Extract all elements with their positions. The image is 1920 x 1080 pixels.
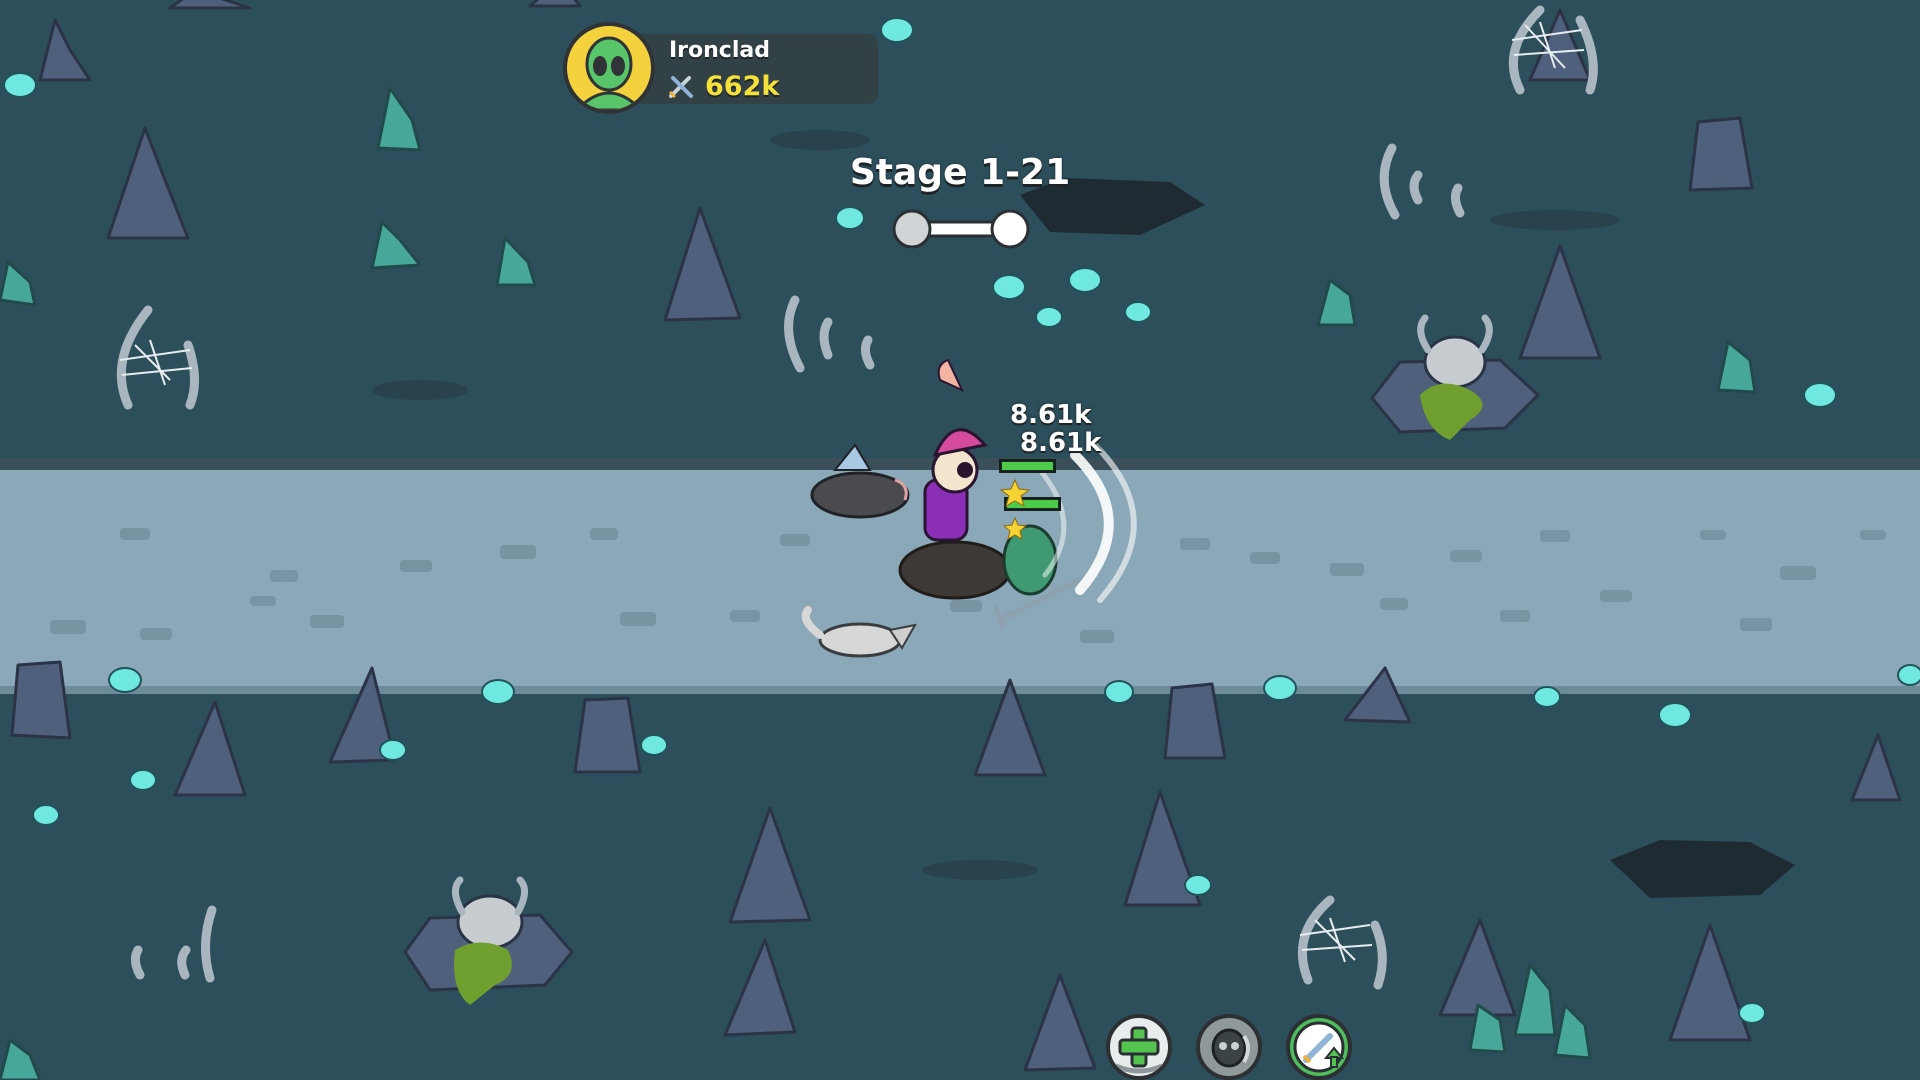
crossed-swords-icon	[667, 72, 695, 100]
summon-skill-button[interactable]	[1196, 1014, 1262, 1080]
player-name: Ironclad	[669, 38, 770, 63]
combat-power-value: 662k	[705, 70, 780, 102]
ghost-skull-icon	[1211, 1028, 1250, 1068]
combat-power: 662k	[667, 68, 779, 104]
damage-number: 8.61k	[1010, 400, 1092, 430]
attack-boost-skill-button[interactable]	[1286, 1014, 1352, 1080]
stage-label: Stage 1-21	[849, 152, 1071, 193]
player-hud: Ironclad 662k	[563, 22, 883, 120]
green-cross-icon	[1115, 1026, 1163, 1074]
damage-number: 8.61k	[1020, 428, 1102, 458]
alien-avatar-icon[interactable]	[563, 22, 655, 114]
sword-up-arrow-icon	[1293, 1021, 1345, 1073]
stage-node-2	[990, 209, 1030, 249]
stage-progress	[892, 209, 1030, 249]
stage-indicator: Stage 1-21	[840, 148, 1080, 249]
stage-node-1	[892, 209, 932, 249]
heal-skill-button[interactable]	[1106, 1014, 1172, 1080]
